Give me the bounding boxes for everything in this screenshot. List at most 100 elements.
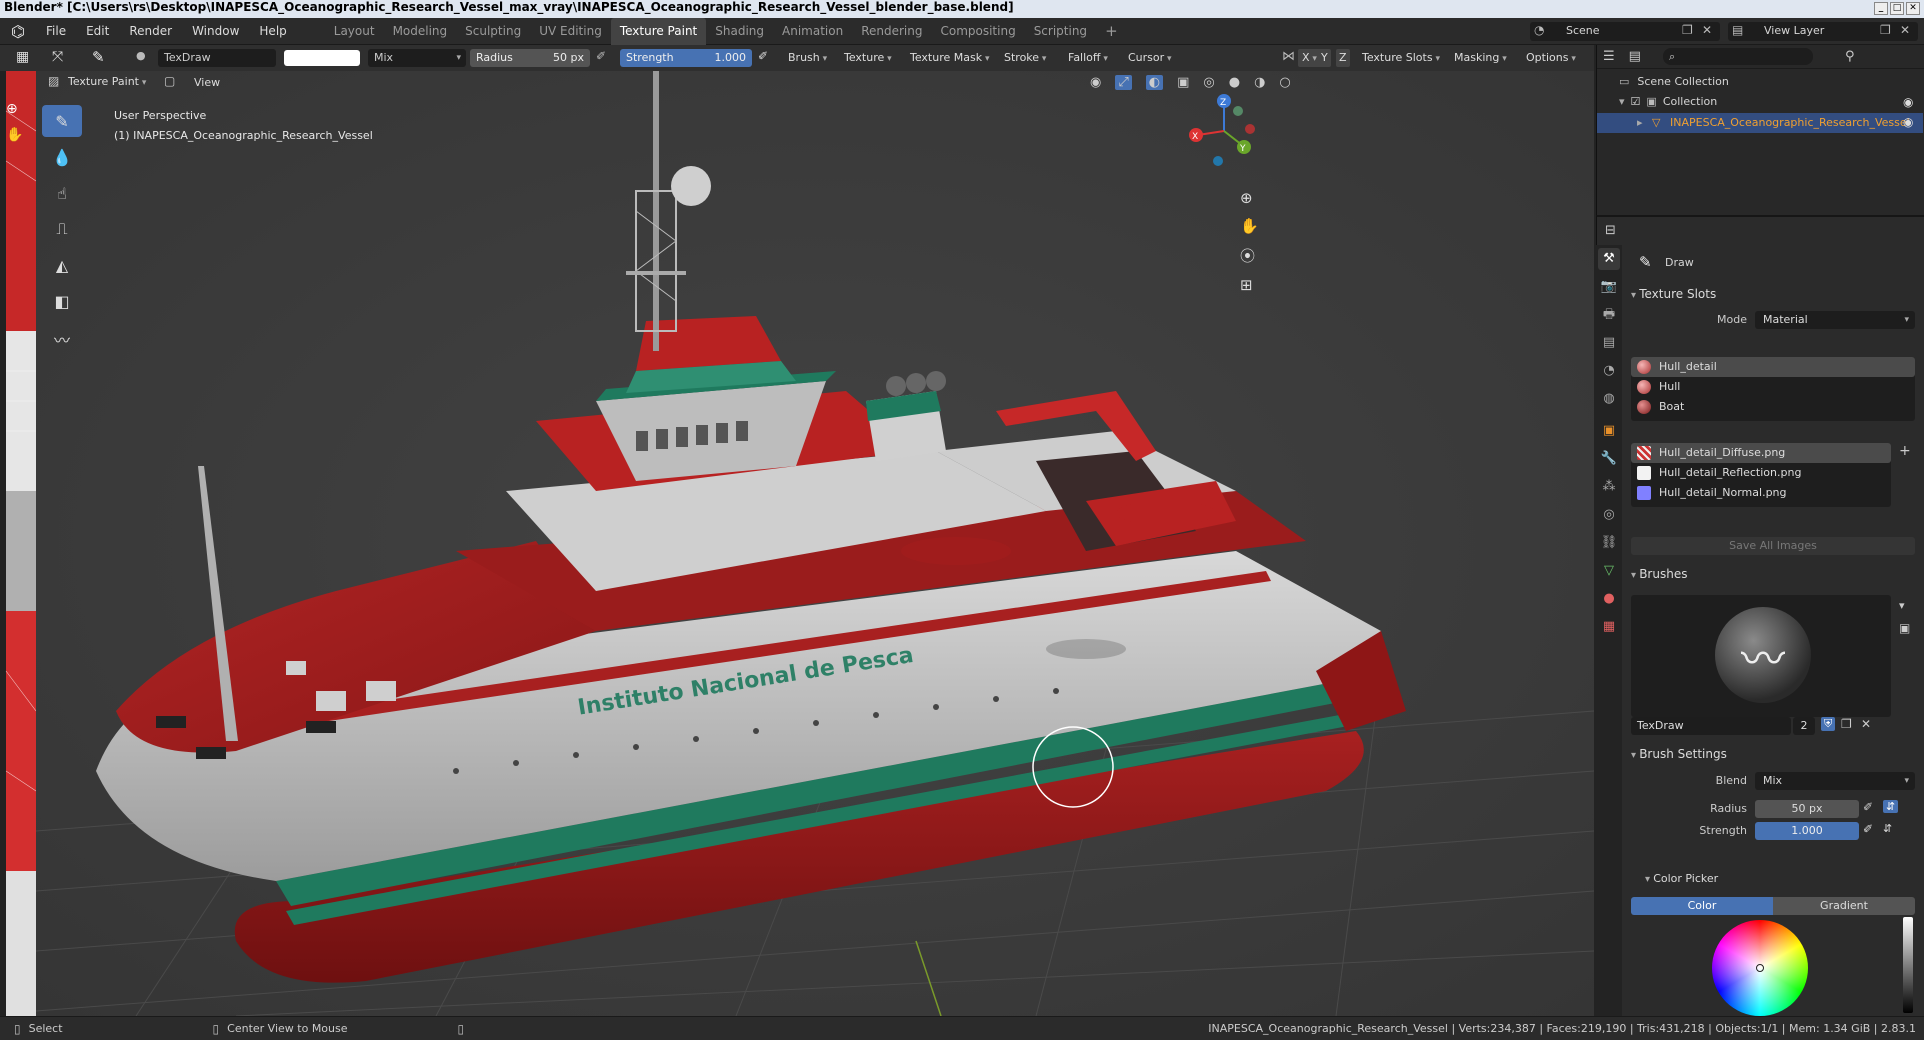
tab-sculpting[interactable]: Sculpting: [456, 18, 530, 45]
outliner-search-input[interactable]: ⌕: [1662, 48, 1813, 65]
value-slider[interactable]: [1903, 917, 1913, 1013]
brush-icon[interactable]: ●: [136, 49, 146, 62]
gradient-tab[interactable]: Gradient: [1773, 897, 1915, 915]
tab-shading[interactable]: Shading: [706, 18, 773, 45]
mode-selector-icon[interactable]: ⤧: [52, 49, 63, 65]
object-icon[interactable]: ▣: [1598, 420, 1620, 442]
strength-pressure-icon[interactable]: ✐: [758, 49, 768, 63]
soften-tool-icon[interactable]: 💧: [42, 141, 82, 173]
blender-logo-icon[interactable]: ⌬: [0, 22, 36, 41]
minimize-icon[interactable]: _: [1874, 2, 1888, 15]
stroke-dropdown[interactable]: Stroke: [1000, 49, 1050, 67]
tab-texture-paint[interactable]: Texture Paint: [610, 17, 707, 45]
clone-tool-icon[interactable]: ⎍: [42, 213, 82, 245]
image-slot-list[interactable]: Hull_detail_Diffuse.png Hull_detail_Refl…: [1631, 443, 1891, 507]
render-icon[interactable]: 📷: [1598, 276, 1620, 298]
particles-icon[interactable]: ⁂: [1598, 476, 1620, 498]
physics-icon[interactable]: ◎: [1598, 504, 1620, 526]
add-slot-icon[interactable]: +: [1899, 443, 1911, 459]
tab-modeling[interactable]: Modeling: [384, 18, 457, 45]
menu-file[interactable]: File: [36, 18, 76, 45]
display-mode-icon[interactable]: ▤: [1629, 49, 1641, 64]
color-tab[interactable]: Color: [1631, 897, 1773, 915]
brush-color-swatch[interactable]: [284, 50, 360, 66]
tab-rendering[interactable]: Rendering: [852, 18, 931, 45]
mirror-y-toggle[interactable]: Y: [1318, 49, 1331, 67]
brush-name-input[interactable]: TexDraw: [1631, 717, 1791, 735]
texture-icon[interactable]: ▦: [1598, 616, 1620, 638]
3d-viewport[interactable]: Instituto Nacional de Pesca Z X Y ⊕ ✋ ⦿ …: [36, 71, 1594, 1016]
blend-dropdown[interactable]: Mix ▾: [1755, 772, 1915, 790]
properties-editor-icon[interactable]: ⊟: [1605, 223, 1616, 238]
image-zoom-icon[interactable]: ⊕: [6, 101, 18, 117]
mask-toggle-icon[interactable]: ▢: [164, 74, 175, 88]
scene-selector[interactable]: ◔ Scene ❐ ✕: [1530, 22, 1720, 41]
menu-render[interactable]: Render: [119, 18, 182, 45]
outliner-row-vessel[interactable]: ▸ ▽ INAPESCA_Oceanographic_Research_Vess…: [1597, 113, 1923, 133]
brush-tool-icon[interactable]: ✎: [92, 48, 105, 66]
masking-dropdown[interactable]: Masking: [1450, 49, 1511, 67]
radius-pressure-icon[interactable]: ✐: [596, 49, 606, 63]
brushes-header[interactable]: Brushes: [1631, 567, 1687, 581]
perspective-grid-icon[interactable]: ⊞: [1240, 276, 1259, 294]
delete-view-layer-icon[interactable]: ✕: [1900, 23, 1910, 37]
texture-mode-dropdown[interactable]: Material ▾: [1755, 311, 1915, 329]
brush-dropdown[interactable]: Brush: [784, 49, 831, 67]
duplicate-brush-icon[interactable]: ❐: [1841, 717, 1852, 731]
checkbox-icon[interactable]: ☑: [1631, 95, 1641, 108]
falloff-dropdown[interactable]: Falloff: [1064, 49, 1112, 67]
list-item[interactable]: Hull_detail_Reflection.png: [1631, 463, 1891, 483]
maximize-icon[interactable]: □: [1890, 2, 1904, 15]
pan-hand-icon[interactable]: ✋: [1240, 217, 1259, 235]
expand-arrow-icon[interactable]: ▸: [1637, 116, 1643, 129]
fill-tool-icon[interactable]: ◭: [42, 249, 82, 281]
filter-icon[interactable]: ⚲: [1845, 49, 1855, 64]
expand-arrow-icon[interactable]: ▾: [1619, 95, 1625, 108]
brush-users-count[interactable]: 2: [1793, 717, 1815, 735]
view-layer-selector[interactable]: ▤ View Layer ❐ ✕: [1728, 22, 1918, 41]
radius-field[interactable]: Radius 50 px: [470, 49, 590, 67]
color-wheel[interactable]: [1712, 920, 1808, 1016]
list-item[interactable]: Hull_detail: [1631, 357, 1915, 377]
draw-tool-icon[interactable]: ✎: [42, 105, 82, 137]
brush-settings-header[interactable]: Brush Settings: [1631, 747, 1727, 761]
unlink-brush-icon[interactable]: ✕: [1861, 717, 1871, 731]
mode-dropdown[interactable]: Texture Paint: [64, 73, 150, 91]
chevron-down-icon[interactable]: ▾: [1899, 599, 1905, 612]
list-item[interactable]: Hull_detail_Normal.png: [1631, 483, 1891, 503]
list-item[interactable]: Boat: [1631, 397, 1915, 417]
object-data-icon[interactable]: ▽: [1598, 560, 1620, 582]
new-view-layer-icon[interactable]: ❐: [1880, 23, 1891, 37]
brush-name-field[interactable]: TexDraw: [158, 49, 276, 67]
tab-scripting[interactable]: Scripting: [1025, 18, 1096, 45]
world-icon[interactable]: ◍: [1598, 388, 1620, 410]
list-item[interactable]: Hull: [1631, 377, 1915, 397]
zoom-icon[interactable]: ⊕: [1240, 189, 1259, 207]
constraints-icon[interactable]: ⛓: [1598, 532, 1620, 554]
fake-user-shield-icon[interactable]: ⛨: [1821, 717, 1836, 731]
texture-dropdown[interactable]: Texture: [840, 49, 896, 67]
list-item[interactable]: Hull_detail_Diffuse.png: [1631, 443, 1891, 463]
view-layer-icon[interactable]: ▤: [1598, 332, 1620, 354]
material-icon[interactable]: ●: [1598, 588, 1620, 610]
radius-slider[interactable]: 50 px: [1755, 800, 1859, 818]
close-icon[interactable]: ✕: [1906, 2, 1920, 15]
smear-tool-icon[interactable]: ☝: [42, 177, 82, 209]
options-dropdown[interactable]: Options: [1522, 49, 1580, 67]
eye-icon[interactable]: ◉: [1903, 115, 1913, 129]
eye-icon[interactable]: ◉: [1903, 95, 1913, 109]
tool-settings-icon[interactable]: ⚒: [1598, 248, 1620, 270]
menu-help[interactable]: Help: [249, 18, 296, 45]
outliner-row-collection[interactable]: ▾ ☑ ▣ Collection: [1619, 95, 1717, 108]
color-wheel-cursor[interactable]: [1756, 964, 1764, 972]
tab-compositing[interactable]: Compositing: [931, 18, 1024, 45]
new-scene-icon[interactable]: ❐: [1682, 23, 1693, 37]
camera-icon[interactable]: ⦿: [1240, 245, 1259, 266]
image-pan-icon[interactable]: ✋: [6, 127, 23, 143]
tab-animation[interactable]: Animation: [773, 18, 852, 45]
outliner-editor-icon[interactable]: ☰: [1603, 49, 1615, 64]
strength-field[interactable]: Strength 1.000: [620, 49, 752, 67]
view-menu[interactable]: View: [194, 76, 220, 89]
menu-window[interactable]: Window: [182, 18, 249, 45]
strength-lock-icon[interactable]: ⇵: [1883, 822, 1892, 835]
